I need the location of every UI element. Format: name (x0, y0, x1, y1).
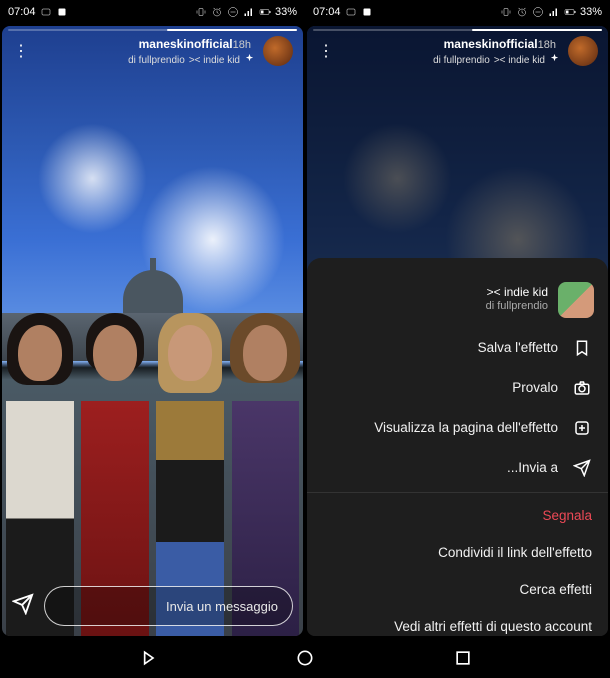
avatar[interactable] (263, 36, 293, 66)
effect-tag[interactable]: indie kid >< di fullprendio (38, 53, 255, 68)
username[interactable]: maneskinofficial (139, 37, 233, 51)
save-effect-item[interactable]: Salva l'effetto (307, 328, 608, 368)
notif-icon-2 (40, 6, 52, 18)
dnd-icon (227, 6, 239, 18)
status-bar: 33% 07:04 (0, 0, 305, 24)
notif-icon-2 (345, 6, 357, 18)
sheet-effect-header[interactable]: indie kid >< di fullprendio (307, 278, 608, 328)
notif-icon (56, 6, 68, 18)
signal-icon (243, 6, 255, 18)
send-button[interactable] (12, 593, 34, 620)
browse-effects-item[interactable]: Cerca effetti (307, 571, 608, 608)
story-header-text: maneskinofficial18h indie kid >< di full… (343, 34, 560, 68)
story-header-text: maneskinofficial18h indie kid >< di full… (38, 34, 255, 68)
nav-home-button[interactable] (295, 648, 315, 668)
send-to-item[interactable]: Invia a... (307, 448, 608, 488)
send-icon (572, 459, 592, 477)
reply-placeholder: Invia un messaggio (166, 599, 278, 614)
time-ago: 18h (233, 39, 251, 51)
nav-recents-button[interactable] (453, 648, 473, 668)
story-media[interactable] (2, 26, 303, 636)
effect-tag[interactable]: indie kid >< di fullprendio (343, 53, 560, 68)
battery-text: 33% (275, 6, 297, 18)
vibrate-icon (500, 6, 512, 18)
dnd-icon (532, 6, 544, 18)
nav-back-button[interactable] (138, 648, 158, 668)
battery-text: 33% (580, 6, 602, 18)
username[interactable]: maneskinofficial (444, 37, 538, 51)
battery-icon (564, 6, 576, 18)
try-effect-item[interactable]: Provalo (307, 368, 608, 408)
bookmark-icon (572, 339, 592, 357)
report-item[interactable]: Segnala (307, 497, 608, 534)
alarm-icon (211, 6, 223, 18)
effect-thumbnail (558, 282, 594, 318)
clock-text: 07:04 (8, 6, 36, 18)
more-from-account-item[interactable]: Vedi altri effetti di questo account (307, 608, 608, 636)
alarm-icon (516, 6, 528, 18)
divider (307, 492, 608, 493)
signal-icon (548, 6, 560, 18)
share-link-item[interactable]: Condividi il link dell'effetto (307, 534, 608, 571)
more-options-button[interactable]: ⋮ (317, 41, 335, 61)
status-bar: 33% 07:04 (305, 0, 610, 24)
avatar[interactable] (568, 36, 598, 66)
notif-icon (361, 6, 373, 18)
time-ago: 18h (538, 39, 556, 51)
effect-name: indie kid >< (486, 285, 548, 300)
effect-icon (244, 53, 255, 68)
camera-icon (572, 379, 592, 397)
battery-icon (259, 6, 271, 18)
effect-icon (549, 53, 560, 68)
effect-bottom-sheet: indie kid >< di fullprendio Salva l'effe… (307, 258, 608, 636)
view-effect-page-item[interactable]: Visualizza la pagina dell'effetto (307, 408, 608, 448)
more-options-button[interactable]: ⋮ (12, 41, 30, 61)
effect-author: di fullprendio (486, 300, 548, 314)
vibrate-icon (195, 6, 207, 18)
reply-input[interactable]: Invia un messaggio (44, 586, 293, 626)
android-navbar (0, 638, 610, 678)
clock-text: 07:04 (313, 6, 341, 18)
page-icon (572, 419, 592, 437)
